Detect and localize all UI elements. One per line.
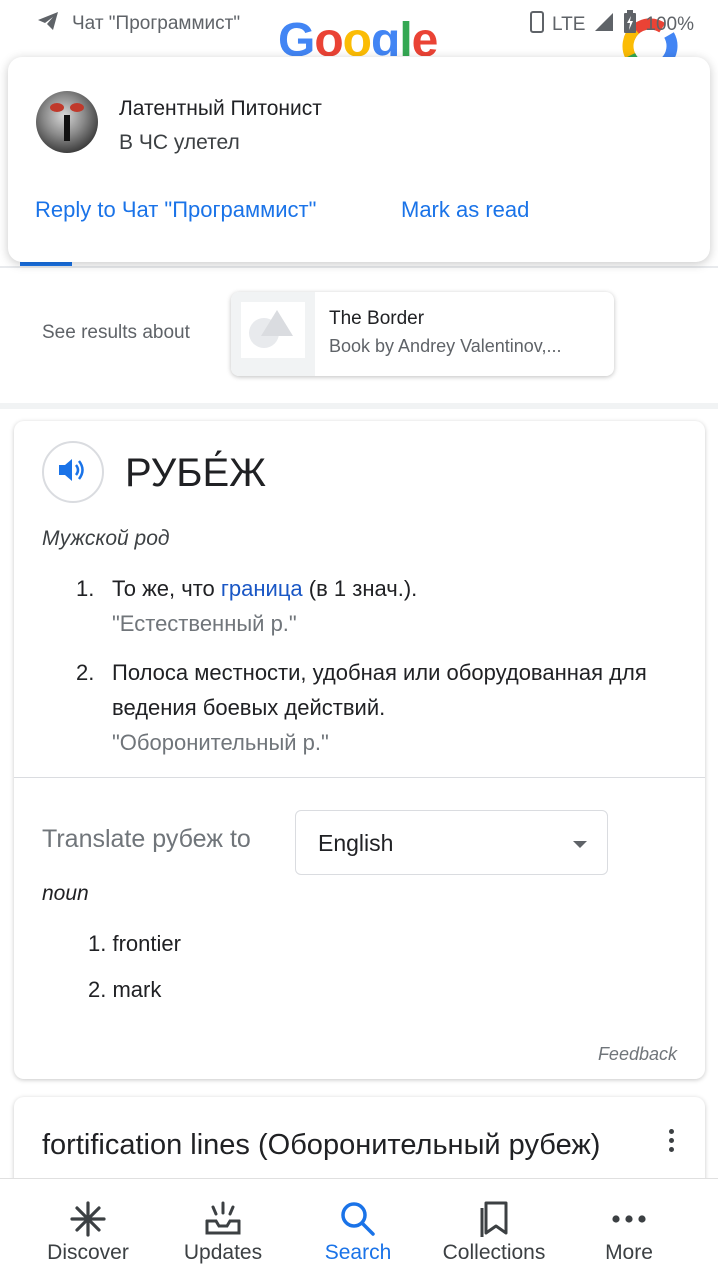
dictionary-headword: РУБЕ́Ж [125, 451, 267, 495]
header-divider [0, 266, 718, 268]
notification-sender: Латентный Питонист [119, 97, 322, 120]
battery-percent: 100% [645, 14, 694, 35]
definition-text: Полоса местности, удобная или оборудован… [112, 660, 647, 720]
battery-charging-icon [623, 10, 637, 40]
updates-tray-icon [203, 1199, 243, 1239]
status-bar-right: LTE 100% [529, 10, 694, 40]
nav-collections[interactable]: Collections [424, 1179, 564, 1277]
avatar-eye-left [50, 103, 64, 112]
see-results-card[interactable]: The Border Book by Andrey Valentinov,... [231, 292, 614, 376]
nav-updates-label: Updates [183, 1241, 263, 1264]
dictionary-card: РУБЕ́Ж Мужской род 1. То же, что граница… [14, 421, 705, 1079]
result-card-title[interactable]: fortification lines (Оборонительный рубе… [42, 1127, 642, 1163]
nav-discover[interactable]: Discover [18, 1179, 158, 1277]
mark-as-read-button[interactable]: Mark as read [401, 197, 529, 223]
grammatical-gender: Мужской род [42, 527, 170, 550]
divider [14, 777, 705, 778]
speaker-icon [57, 456, 89, 489]
definition-link-granitsa[interactable]: граница [221, 576, 303, 601]
phone-vibrate-icon [529, 11, 544, 39]
more-vert-icon[interactable] [669, 1129, 675, 1152]
dropdown-arrow-icon [573, 841, 587, 848]
definition-number: 1. [76, 576, 95, 601]
part-of-speech: noun [42, 882, 89, 905]
bottom-navigation: Discover Updates Search Collections More [0, 1178, 718, 1277]
translation-item: 1. frontier [88, 931, 181, 956]
nav-collections-label: Collections [442, 1241, 546, 1264]
avatar [36, 91, 98, 153]
nav-more[interactable]: More [559, 1179, 699, 1277]
notification-message: В ЧС улетел [119, 131, 240, 154]
nav-updates[interactable]: Updates [153, 1179, 293, 1277]
reply-button[interactable]: Reply to Чат "Программист" [35, 197, 316, 223]
feedback-link[interactable]: Feedback [598, 1044, 677, 1065]
telegram-notification[interactable]: Латентный Питонист В ЧС улетел Reply to … [8, 57, 710, 262]
status-bar-left: Чат "Программист" [36, 10, 240, 38]
status-chat-label: Чат "Программист" [72, 13, 241, 34]
network-type: LTE [551, 14, 586, 35]
nav-search[interactable]: Search [288, 1179, 428, 1277]
translation-item: 2. mark [88, 977, 162, 1002]
definition-example: "Оборонительный р." [112, 730, 329, 755]
asterisk-icon [68, 1199, 108, 1239]
nav-more-label: More [605, 1241, 653, 1264]
definition-number: 2. [76, 660, 95, 685]
nav-discover-label: Discover [47, 1241, 129, 1264]
section-separator [0, 403, 718, 409]
google-search-page: Чат "Программист" Google LTE 100% Латент… [0, 0, 718, 1277]
collections-bookmark-icon [474, 1199, 514, 1239]
see-results-label: See results about [42, 322, 190, 343]
translate-language-value: English [318, 830, 394, 856]
book-thumbnail-placeholder-icon [231, 292, 315, 376]
signal-icon [593, 12, 615, 38]
nav-search-label: Search [324, 1241, 392, 1264]
more-dots-icon [609, 1199, 649, 1239]
translate-label: Translate рубеж to [42, 825, 251, 853]
definition-example: "Естественный р." [112, 611, 297, 636]
avatar-tie [64, 115, 70, 141]
see-results-card-title: The Border [329, 308, 425, 329]
telegram-icon [36, 10, 60, 38]
google-logo: Google [278, 16, 438, 56]
see-results-card-subtitle: Book by Andrey Valentinov,... [329, 336, 562, 356]
search-icon [338, 1199, 378, 1239]
translate-language-select[interactable]: English [295, 810, 608, 875]
avatar-eye-right [70, 103, 84, 112]
pronunciation-button[interactable] [42, 441, 104, 503]
status-bar: Чат "Программист" Google LTE 100% [0, 0, 718, 58]
